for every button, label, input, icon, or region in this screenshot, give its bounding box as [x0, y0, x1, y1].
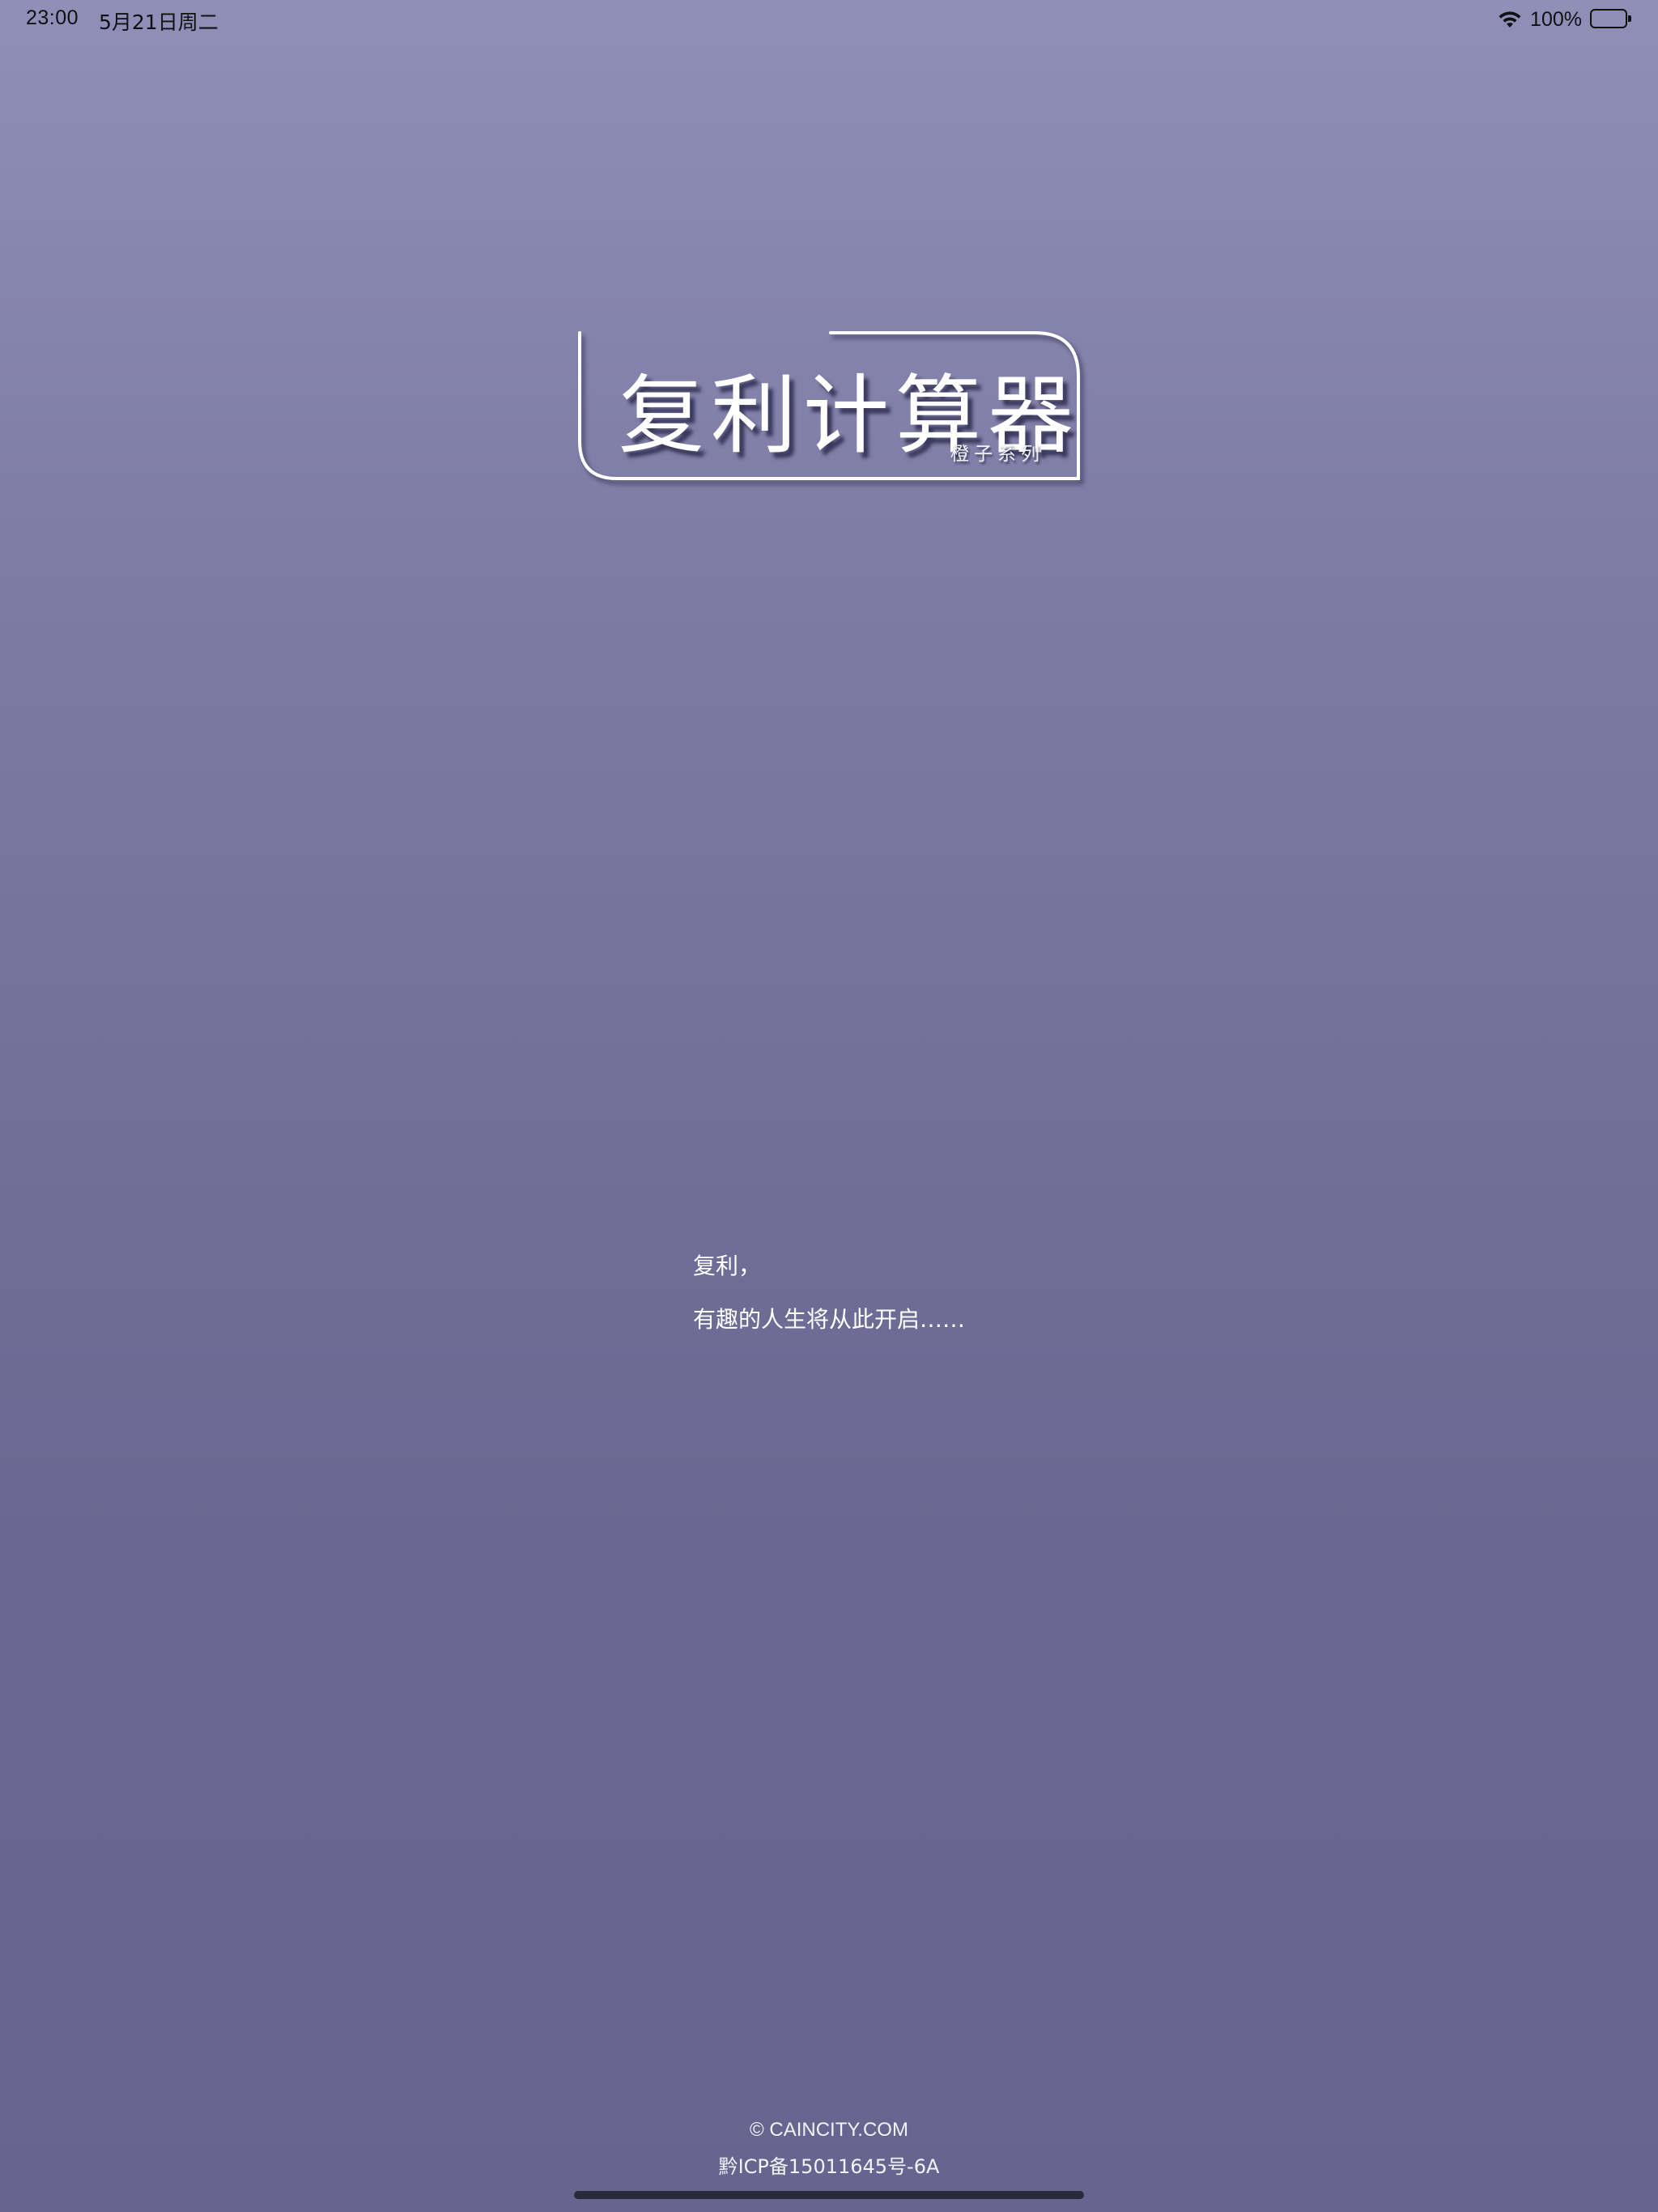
home-indicator[interactable]	[574, 2191, 1084, 2199]
status-time: 23:00	[26, 6, 79, 29]
copyright-text: © CAINCITY.COM	[750, 2119, 908, 2141]
status-bar: 23:00 5月21日周二 100%	[0, 0, 1658, 39]
slogan-line-1: 复利，	[693, 1253, 762, 1279]
wifi-icon	[1498, 10, 1522, 29]
status-date: 5月21日周二	[99, 11, 219, 34]
status-indicators: 100%	[1498, 6, 1632, 32]
battery-percent: 100%	[1530, 7, 1582, 31]
app-logo: 复利计算器 橙子系列	[575, 328, 1086, 482]
icp-license-text: 黔ICP备15011645号-6A	[718, 2155, 940, 2178]
battery-icon	[1590, 9, 1632, 30]
slogan-line-2: 有趣的人生将从此开启……	[693, 1306, 966, 1333]
footer: © CAINCITY.COM 黔ICP备15011645号-6A	[0, 2116, 1658, 2180]
logo-subtitle: 橙子系列	[950, 444, 1044, 465]
slogan: 复利， 有趣的人生将从此开启……	[693, 1250, 965, 1336]
